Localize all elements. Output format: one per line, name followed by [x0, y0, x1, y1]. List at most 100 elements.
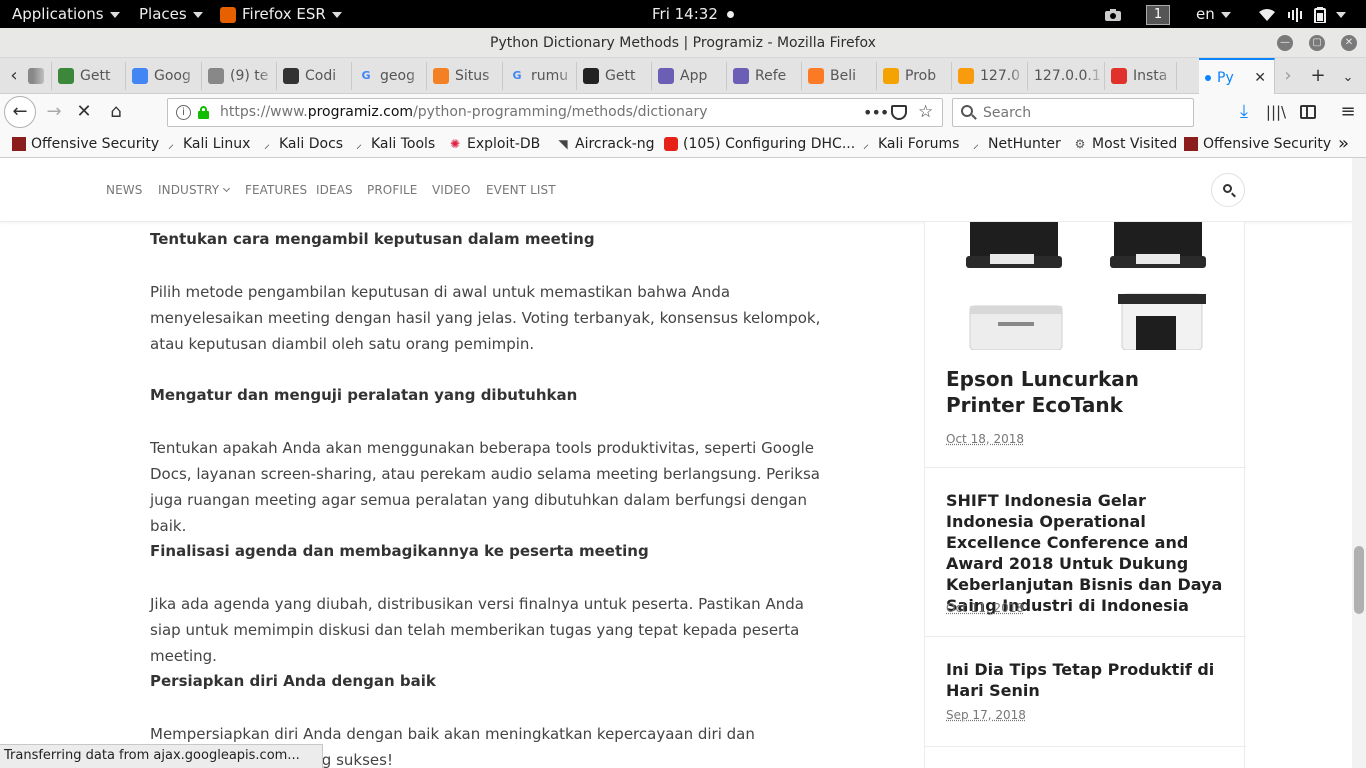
menu-item-news[interactable]: NEWS [106, 158, 142, 222]
search-input[interactable] [983, 103, 1183, 123]
react-icon [583, 68, 599, 84]
tab-2[interactable]: Gett [52, 62, 126, 90]
post-title[interactable]: Ini Dia Tips Tetap Produktif di Hari Sen… [946, 659, 1230, 701]
bookmarks-toolbar: Offensive Security ⸝ Kali Linux ⸝ Kali Docs ⸝… [0, 131, 1366, 158]
bookmark-item[interactable]: (105) Configuring DHC... [664, 131, 855, 157]
scrollbar-thumb[interactable] [1354, 546, 1364, 614]
home-button[interactable]: ⌂ [100, 97, 132, 127]
bookmark-item[interactable]: ⸝ Kali Docs [260, 131, 343, 157]
post-title[interactable]: SHIFT Indonesia Gelar Indonesia Operatio… [946, 490, 1230, 616]
menu-item-event-list[interactable]: EVENT LIST [486, 158, 556, 222]
tab-12[interactable]: Beli [802, 62, 877, 90]
bookmark-item[interactable]: ◥ Aircrack-ng [556, 131, 654, 157]
article-paragraph: Jika ada agenda yang diubah, distribusik… [150, 595, 804, 665]
tab-17[interactable]: Py ✕ [1199, 58, 1275, 94]
page-scrollbar[interactable] [1352, 158, 1366, 768]
tab-fade [408, 62, 426, 90]
firefox-icon [220, 6, 236, 23]
bookmark-item[interactable]: Offensive Security [12, 131, 159, 157]
url-text: https://www.programiz.com/python-program… [220, 99, 708, 126]
url-bar[interactable]: i https://www.programiz.com/python-progr… [167, 98, 943, 127]
forward-button[interactable]: → [38, 97, 70, 127]
menu-item-video[interactable]: VIDEO [432, 158, 471, 222]
app-menu[interactable]: Firefox ESR [220, 0, 342, 28]
tab-5[interactable]: Codi [277, 62, 352, 90]
tab-11[interactable]: Refe [727, 62, 802, 90]
system-tray[interactable] [1258, 0, 1347, 28]
close-window-button[interactable]: ✕ [1341, 35, 1357, 51]
minimize-button[interactable]: — [1277, 35, 1293, 51]
places-menu[interactable]: Places [139, 0, 203, 28]
library-button[interactable]: |||\ [1260, 97, 1292, 127]
search-icon [1223, 184, 1232, 193]
menu-item-features[interactable]: FEATURES [245, 158, 307, 222]
stop-button[interactable]: ✕ [68, 97, 100, 127]
new-tab-button[interactable]: + [1306, 62, 1330, 90]
tab-16[interactable]: Insta [1105, 62, 1177, 90]
menu-item-ideas[interactable]: IDEAS [316, 158, 353, 222]
kali-icon: ⸝ [355, 137, 362, 151]
tab-7[interactable]: Situs [427, 62, 503, 90]
tab-15[interactable]: 127.0.0.1 [1028, 62, 1105, 90]
tab-1[interactable]: w [22, 62, 52, 90]
bookmark-item[interactable]: ✺ Exploit-DB [448, 131, 540, 157]
window-title-bar[interactable]: Python Dictionary Methods | Programiz - … [0, 28, 1366, 58]
tab-fade [708, 62, 726, 90]
tab-label: Gett [80, 68, 111, 84]
tab-fade [558, 62, 576, 90]
bookmark-item[interactable]: ⚙ Most Visited [1073, 131, 1178, 157]
post-title[interactable]: Epson Luncurkan Printer EcoTank [946, 366, 1216, 418]
search-bar[interactable] [952, 98, 1194, 127]
menu-item-profile[interactable]: PROFILE [367, 158, 417, 222]
applications-menu[interactable]: Applications [12, 0, 120, 28]
clock[interactable]: Fri 14:32 [652, 0, 734, 28]
bookmark-item[interactable]: ⸝ NetHunter [969, 131, 1061, 157]
tab-label: Prob [905, 68, 937, 84]
tab-label: Py [1217, 70, 1234, 86]
language-menu[interactable]: en [1196, 0, 1231, 28]
more-bookmarks-button[interactable]: » [1338, 131, 1349, 157]
maximize-icon: ▢ [1312, 37, 1322, 48]
star-icon[interactable]: ☆ [918, 99, 933, 126]
menu-label: FEATURES [245, 183, 308, 197]
downloads-button[interactable]: ⤓ [1228, 97, 1260, 127]
tab-9[interactable]: Gett [577, 62, 652, 90]
loading-dot-icon [1205, 75, 1211, 81]
post-date: Sep 17, 2018 [946, 708, 1026, 722]
workspace-indicator[interactable]: 1 [1146, 0, 1170, 28]
close-tab-icon[interactable]: ✕ [1254, 60, 1266, 94]
tab-3[interactable]: Goog [126, 62, 202, 90]
tab-6[interactable]: Ggeog [352, 62, 427, 90]
maximize-button[interactable]: ▢ [1309, 35, 1325, 51]
bookmark-item[interactable]: Offensive Security [1184, 131, 1331, 157]
scroll-tabs-right-button[interactable]: › [1276, 62, 1300, 90]
bookmark-item[interactable]: ⸝ Kali Linux [164, 131, 250, 157]
bookmark-label: Offensive Security [1203, 136, 1332, 152]
tab-10[interactable]: App [652, 62, 727, 90]
post-thumbnail-printers[interactable] [946, 222, 1226, 350]
back-button[interactable]: ← [4, 96, 36, 128]
tab-fade [183, 62, 201, 90]
tab-14[interactable]: 127.0 [952, 62, 1028, 90]
bookmark-item[interactable]: ⸝ Kali Forums [859, 131, 959, 157]
tab-fade [1009, 62, 1027, 90]
chevron-down-icon [109, 11, 120, 18]
tab-13[interactable]: Prob [877, 62, 952, 90]
open-menu-button[interactable]: ≡ [1332, 97, 1364, 127]
screen-share-indicator[interactable] [1104, 0, 1122, 28]
tab-8[interactable]: Grumu [503, 62, 577, 90]
article-subheading: Persiapkan diri Anda dengan baik [150, 672, 436, 690]
workspace-number: 1 [1146, 4, 1170, 25]
site-search-button[interactable] [1211, 173, 1245, 207]
xampp-icon [808, 68, 824, 84]
lock-icon[interactable] [198, 106, 209, 119]
tab-4[interactable]: (9) te [202, 62, 277, 90]
list-all-tabs-button[interactable]: ⌄ [1336, 62, 1360, 90]
page-actions-icon[interactable]: ••• [863, 99, 889, 126]
menu-item-industry[interactable]: INDUSTRY [158, 158, 231, 222]
url-prefix: https://www. [220, 104, 308, 120]
pocket-icon[interactable] [891, 105, 907, 120]
info-icon[interactable]: i [176, 105, 191, 120]
sidebar-button[interactable] [1292, 97, 1324, 127]
bookmark-item[interactable]: ⸝ Kali Tools [352, 131, 435, 157]
